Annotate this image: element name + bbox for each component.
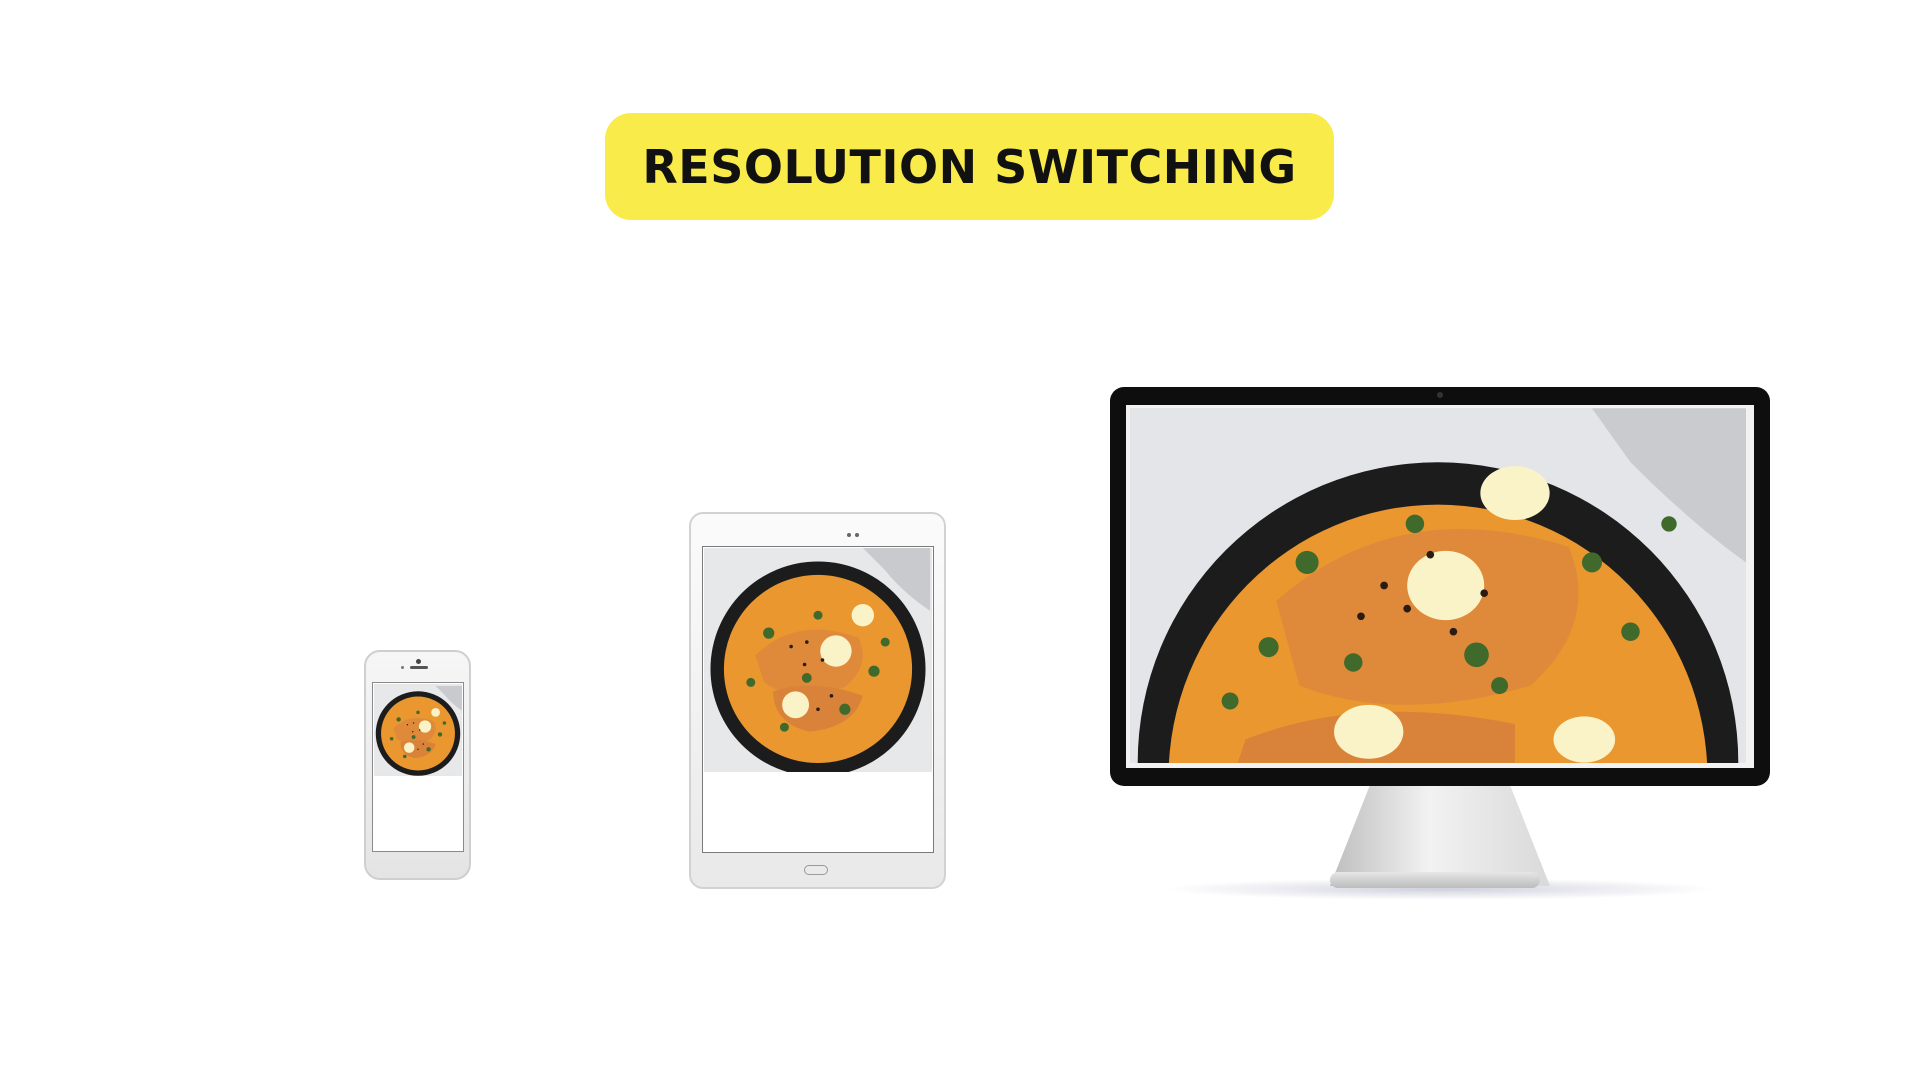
monitor-stand-base xyxy=(1330,872,1540,888)
monitor-stand xyxy=(1330,786,1550,886)
phone-speaker-icon xyxy=(410,666,428,669)
tablet-device xyxy=(689,512,946,889)
phone-device xyxy=(364,650,471,880)
phone-screen xyxy=(372,682,464,852)
phone-sensor-icon xyxy=(401,666,404,669)
desktop-monitor xyxy=(1110,387,1770,786)
phone-food-image xyxy=(374,684,462,776)
tablet-home-button-icon xyxy=(804,865,828,875)
phone-camera-icon xyxy=(416,659,421,664)
title-badge: RESOLUTION SWITCHING xyxy=(605,113,1334,220)
monitor-screen xyxy=(1126,405,1754,768)
tablet-screen xyxy=(702,546,934,853)
page-title: RESOLUTION SWITCHING xyxy=(642,139,1297,194)
food-photo-icon xyxy=(374,684,462,776)
tablet-food-image xyxy=(704,548,932,772)
food-photo-icon xyxy=(1130,408,1746,763)
food-photo-icon xyxy=(704,548,932,772)
monitor-webcam-icon xyxy=(1437,392,1443,398)
monitor-food-image xyxy=(1130,408,1746,763)
tablet-sensor-icon xyxy=(855,533,859,537)
tablet-camera-icon xyxy=(847,533,851,537)
